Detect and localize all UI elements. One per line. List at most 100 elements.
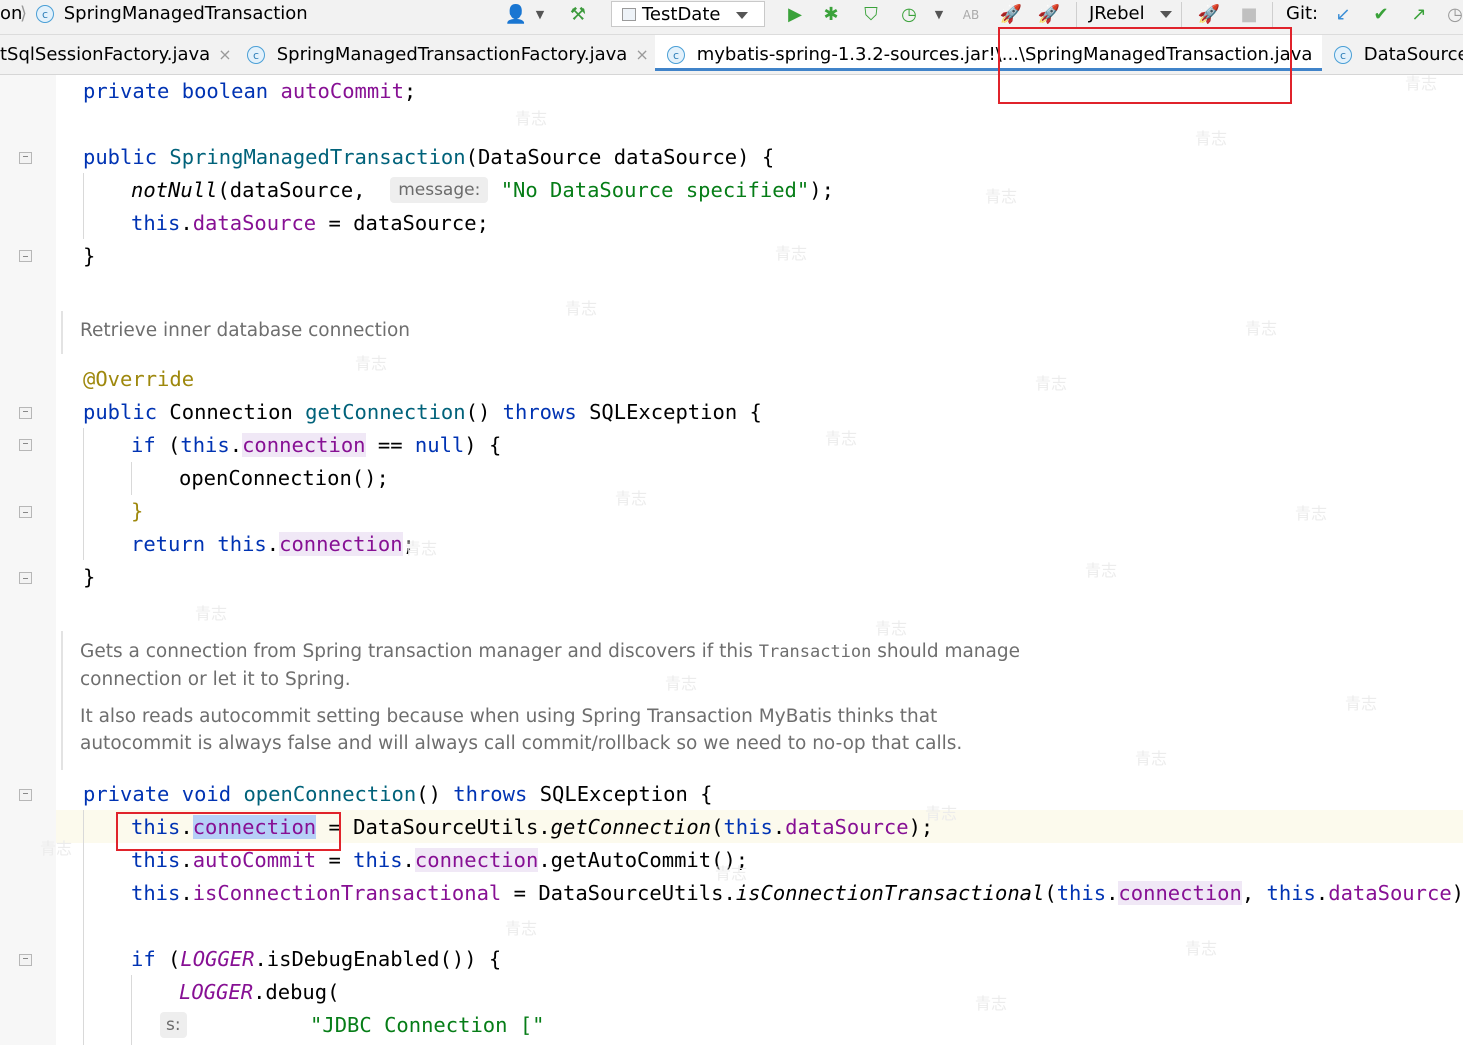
debug-icon[interactable]: ✱: [818, 3, 844, 27]
indent-guide: [83, 173, 84, 239]
field-ref: connection: [242, 433, 366, 457]
doc-paragraph: It also reads autocommit setting because…: [80, 706, 938, 727]
code-text: SQLException {: [589, 400, 762, 424]
git-push-icon[interactable]: ↗: [1406, 3, 1432, 27]
code-line-18[interactable]: LOGGER.debug(: [179, 976, 339, 1009]
code-line-13[interactable]: private void openConnection() throws SQL…: [83, 778, 712, 811]
watermark: 青志: [515, 109, 548, 128]
code-line-7[interactable]: public Connection getConnection() throws…: [83, 396, 762, 429]
jrebel-label: JRebel: [1089, 3, 1145, 24]
jrebel-dropdown[interactable]: JRebel: [1089, 0, 1173, 30]
jrebel-chevron-down-icon: [1160, 10, 1173, 18]
doc-comment: Retrieve inner database connection: [80, 320, 411, 341]
jrebel-run-icon[interactable]: 🚀: [998, 3, 1024, 27]
string-literal: "No DataSource specified": [500, 178, 810, 202]
tab-label: SpringManagedTransactionFactory.java: [276, 44, 628, 65]
punct: .: [266, 532, 280, 556]
punct: .: [1315, 881, 1329, 905]
code-line-5[interactable]: }: [83, 240, 95, 273]
keyword: if: [131, 433, 169, 457]
keyword: this: [180, 433, 230, 457]
code-line-2[interactable]: public SpringManagedTransaction(DataSour…: [83, 141, 774, 174]
keyword: private void: [83, 782, 244, 806]
profile-icon[interactable]: ◷: [896, 3, 922, 27]
code-line-3[interactable]: notNull(dataSource, message: "No DataSou…: [131, 174, 834, 207]
history-icon[interactable]: ◷: [1442, 3, 1463, 27]
code-line-12[interactable]: }: [83, 561, 95, 594]
git-commit-icon[interactable]: ✔: [1368, 3, 1394, 27]
doc-text: should manage: [871, 641, 1020, 662]
fold-icon[interactable]: [19, 152, 32, 164]
run-icon[interactable]: ▶: [782, 3, 808, 27]
run-config-select[interactable]: TestDate: [611, 1, 765, 27]
user-dropdown-chevron-icon[interactable]: ▼: [527, 3, 553, 27]
stop-icon[interactable]: ■: [1236, 3, 1262, 27]
user-icon[interactable]: 👤: [503, 3, 529, 27]
coverage-icon[interactable]: ⛉: [858, 3, 884, 27]
keyword: private boolean: [83, 79, 281, 103]
class-ref: DataSourceUtils.: [538, 881, 736, 905]
tab-datasource[interactable]: c DataSource: [1334, 35, 1463, 73]
fold-icon[interactable]: [19, 439, 32, 451]
punct: (): [465, 400, 503, 424]
breadcrumb-separator-icon: ⟩: [20, 3, 28, 24]
jrebel-debug-icon[interactable]: 🚀: [1036, 3, 1062, 27]
fold-icon[interactable]: [19, 407, 32, 419]
field-ref: connection: [279, 532, 403, 556]
punct: .: [180, 211, 193, 235]
fold-icon[interactable]: [19, 506, 32, 518]
fold-icon[interactable]: [19, 954, 32, 966]
parameter-hint: s:: [160, 1012, 187, 1038]
code-line-1[interactable]: private boolean autoCommit;: [83, 75, 416, 108]
run-config-icon: [622, 8, 636, 21]
tab-springmanagedtransactionfactory[interactable]: c SpringManagedTransactionFactory.java ×: [247, 35, 649, 73]
fold-icon[interactable]: [19, 572, 32, 584]
watermark: 青志: [875, 619, 908, 638]
git-update-icon[interactable]: ↙: [1330, 3, 1356, 27]
close-icon[interactable]: ×: [1320, 45, 1322, 64]
attach-icon[interactable]: 🚀: [1196, 3, 1222, 27]
breadcrumb-class[interactable]: c SpringManagedTransaction: [36, 0, 308, 30]
field-ref: autoCommit: [192, 848, 317, 872]
code-line-17[interactable]: if (LOGGER.isDebugEnabled()) {: [131, 943, 501, 976]
fold-icon[interactable]: [19, 250, 32, 262]
code-line-10[interactable]: }: [131, 495, 143, 528]
toolbar-divider: [1181, 2, 1182, 28]
field-ref: connection: [414, 848, 539, 872]
doc-paragraph: connection or let it to Spring.: [80, 669, 351, 690]
operator: =: [501, 881, 539, 905]
annotation[interactable]: @Override: [83, 363, 194, 396]
watermark: 青志: [505, 919, 538, 938]
code-line-8[interactable]: if (this.connection == null) {: [131, 429, 501, 462]
punct: ,: [1241, 881, 1267, 905]
code-line-16[interactable]: this.isConnectionTransactional = DataSou…: [131, 877, 1463, 910]
code-line-19[interactable]: s: "JDBC Connection [": [160, 1009, 545, 1042]
keyword: this: [131, 848, 181, 872]
code-text: = dataSource;: [316, 211, 489, 235]
keyword: return: [131, 532, 218, 556]
profile-dropdown-chevron-icon[interactable]: ▼: [926, 3, 952, 27]
watermark: 青志: [1085, 561, 1118, 580]
fold-icon[interactable]: [19, 789, 32, 801]
class-icon: c: [1334, 46, 1352, 64]
ab-icon[interactable]: AB: [958, 3, 984, 27]
close-icon[interactable]: ×: [635, 45, 648, 64]
code-line-4[interactable]: this.dataSource = dataSource;: [131, 207, 489, 240]
keyword: this: [217, 532, 267, 556]
code-text: .debug(: [253, 980, 340, 1004]
tab-sqlsessionfactory[interactable]: tSqlSessionFactory.java ×: [0, 35, 238, 73]
watermark: 青志: [355, 354, 388, 373]
build-hammer-icon[interactable]: ⚒: [565, 3, 591, 27]
code-line-9[interactable]: openConnection();: [179, 462, 389, 495]
watermark: 青志: [975, 994, 1008, 1013]
punct: );: [809, 178, 834, 202]
field-ref: connection: [1118, 881, 1242, 905]
code-line-11[interactable]: return this.connection;: [131, 528, 415, 561]
watermark: 青志: [1245, 319, 1278, 338]
close-icon[interactable]: ×: [218, 45, 231, 64]
watermark: 青志: [925, 804, 958, 823]
keyword: this: [353, 848, 403, 872]
doc-paragraph: autocommit is always false and will alwa…: [80, 733, 963, 754]
punct: (: [168, 947, 181, 971]
method-name: SpringManagedTransaction: [169, 145, 466, 169]
